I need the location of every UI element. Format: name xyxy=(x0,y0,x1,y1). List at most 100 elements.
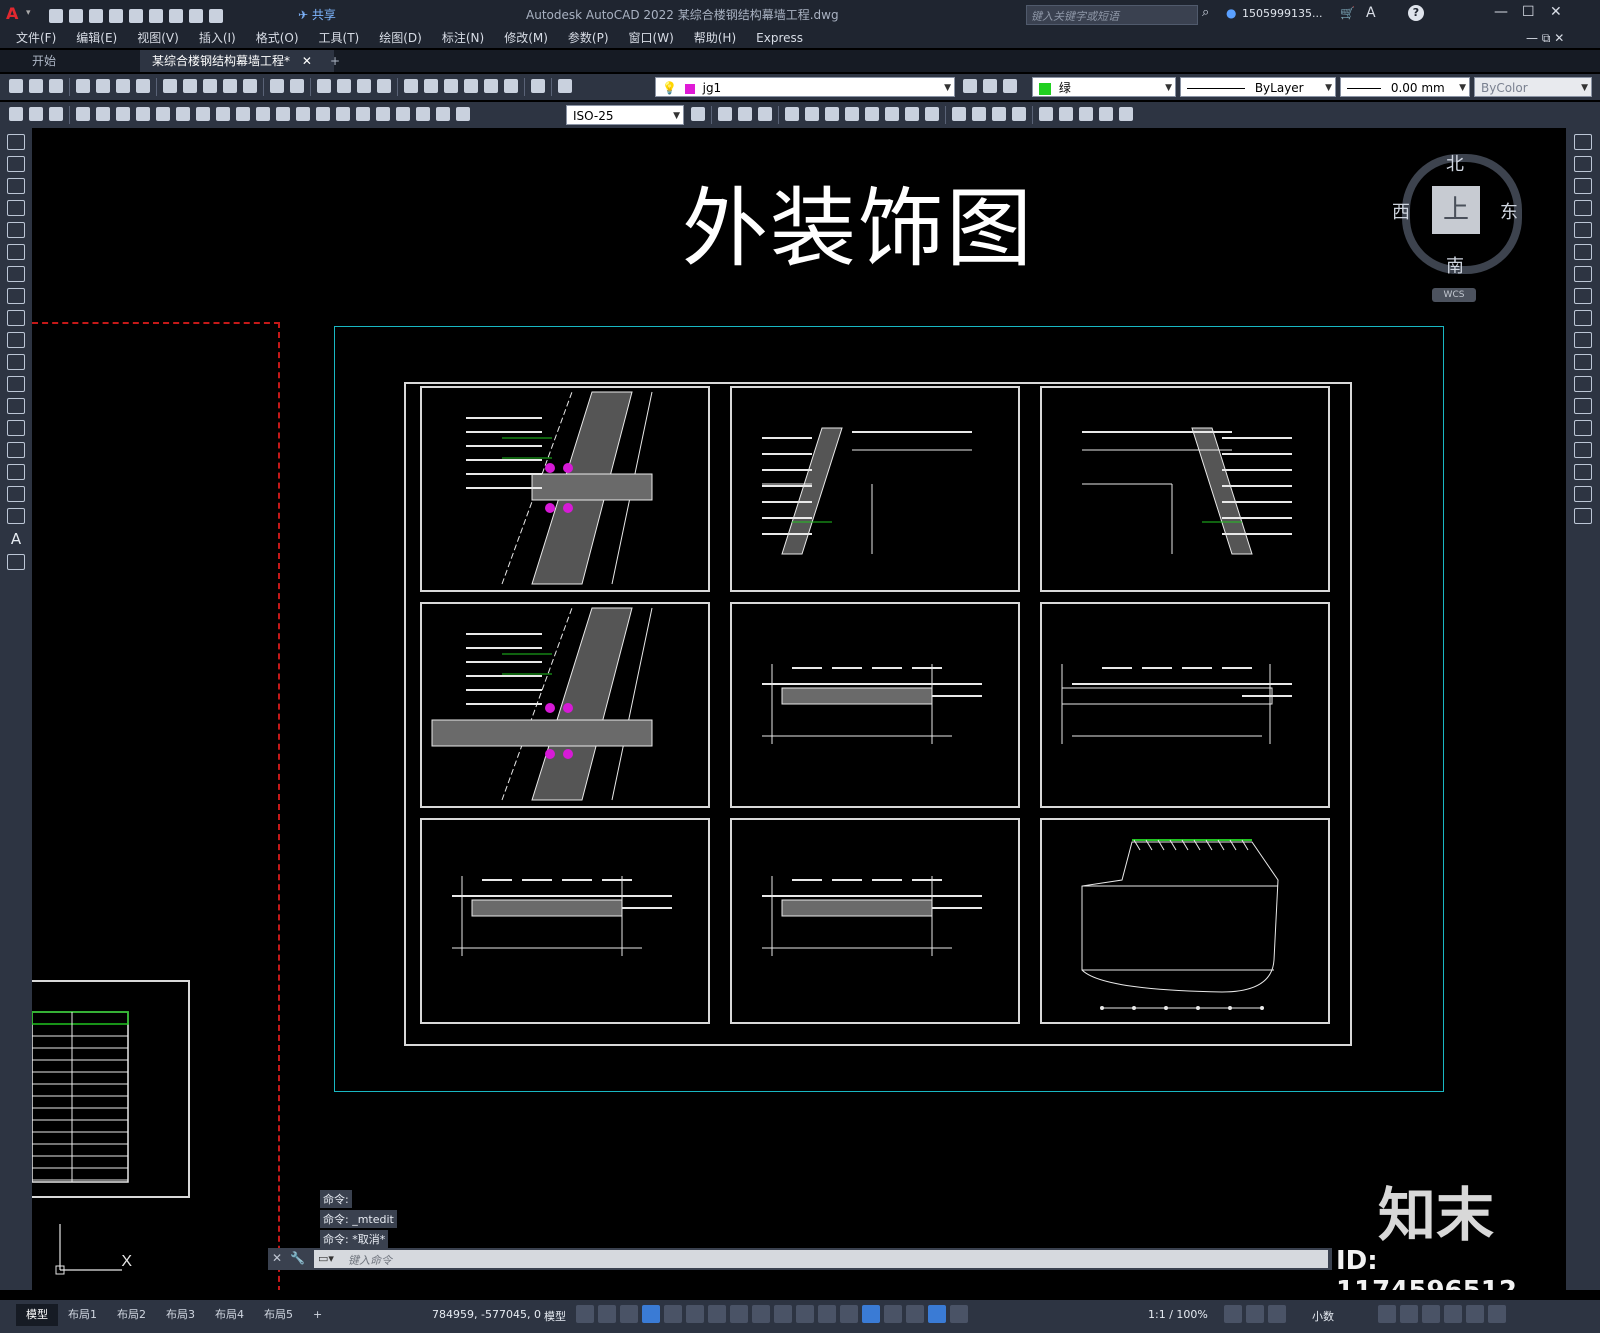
rectangle-icon[interactable] xyxy=(7,222,25,238)
update-icon[interactable] xyxy=(456,107,470,121)
3d-dwf-icon[interactable] xyxy=(136,79,150,93)
cut-icon[interactable] xyxy=(163,79,177,93)
zoom-previous-icon[interactable] xyxy=(377,79,391,93)
grid-icon[interactable] xyxy=(576,1305,594,1323)
search-icon[interactable]: ⌕ xyxy=(1202,5,1209,20)
new-tab-button[interactable]: + xyxy=(318,50,352,72)
quick-dim-icon[interactable] xyxy=(236,107,250,121)
ordinate-icon[interactable] xyxy=(136,107,150,121)
scale-icon[interactable] xyxy=(1574,288,1592,304)
qsave-icon[interactable] xyxy=(49,79,63,93)
markup-icon[interactable] xyxy=(484,79,498,93)
fillet-icon[interactable] xyxy=(1574,464,1592,480)
hatch-icon[interactable] xyxy=(7,442,25,458)
move-faces-icon[interactable] xyxy=(805,107,819,121)
redo-icon-2[interactable] xyxy=(290,79,304,93)
linetype-dropdown[interactable]: ByLayer ▼ xyxy=(1180,77,1336,97)
construction-line-icon[interactable] xyxy=(7,156,25,172)
arc-icon[interactable] xyxy=(7,244,25,260)
subtract-icon[interactable] xyxy=(758,107,772,121)
point-icon[interactable] xyxy=(7,420,25,436)
flatshot-icon[interactable] xyxy=(1119,107,1133,121)
selection-cycling-icon[interactable] xyxy=(818,1305,836,1323)
open-file-icon[interactable] xyxy=(69,9,83,23)
menu-item-5[interactable]: 工具(T) xyxy=(309,28,370,48)
close-command-icon[interactable]: ✕ xyxy=(272,1251,282,1265)
linear-dimension-icon[interactable] xyxy=(76,107,90,121)
delete-faces-icon[interactable] xyxy=(845,107,859,121)
help-search-box[interactable]: 键入关键字或短语 xyxy=(1026,5,1198,25)
preview-icon[interactable] xyxy=(96,79,110,93)
center-mark-icon[interactable] xyxy=(356,107,370,121)
compass-south[interactable]: 南 xyxy=(1446,252,1464,278)
menu-item-0[interactable]: 文件(F) xyxy=(6,28,66,48)
close-button[interactable]: ✕ xyxy=(1550,4,1562,20)
quickcalc-icon[interactable] xyxy=(504,79,518,93)
cart-icon[interactable]: 🛒 xyxy=(1340,6,1355,20)
osnap-icon[interactable] xyxy=(752,1305,770,1323)
autodesk-app-icon[interactable]: A xyxy=(1366,5,1376,21)
union-icon[interactable] xyxy=(738,107,752,121)
undo-icon[interactable] xyxy=(189,9,203,23)
quick-properties-icon[interactable] xyxy=(1378,1305,1396,1323)
qnew-icon[interactable] xyxy=(9,79,23,93)
break-icon[interactable] xyxy=(316,107,330,121)
gizmo-icon[interactable] xyxy=(906,1305,924,1323)
continue-icon[interactable] xyxy=(276,107,290,121)
app-menu-chevron-icon[interactable]: ▾ xyxy=(26,8,31,18)
publish-icon[interactable] xyxy=(116,79,130,93)
close-tab-icon[interactable]: ✕ xyxy=(302,54,312,68)
polyline-icon[interactable] xyxy=(7,178,25,194)
color-faces-icon[interactable] xyxy=(925,107,939,121)
properties-icon[interactable] xyxy=(404,79,418,93)
object-tracking-icon[interactable] xyxy=(730,1305,748,1323)
dynamic-input-icon[interactable] xyxy=(642,1305,660,1323)
annotation-scale[interactable]: 1:1 / 100% xyxy=(1148,1308,1208,1321)
open-web-icon[interactable] xyxy=(129,9,143,23)
drawing-canvas[interactable]: X 外装饰图 上 北 南 东 西 WCS 知末 ID: 1174596512 命… xyxy=(32,128,1566,1290)
dimstyle-dropdown[interactable]: ISO-25 ▼ xyxy=(566,105,684,125)
interfere-icon[interactable] xyxy=(1099,107,1113,121)
trim-icon[interactable] xyxy=(1574,332,1592,348)
zoom-realtime-icon[interactable] xyxy=(337,79,351,93)
selection-filter-icon[interactable] xyxy=(884,1305,902,1323)
save-as-icon[interactable] xyxy=(109,9,123,23)
polygon-icon[interactable] xyxy=(7,200,25,216)
layer-state-icon[interactable] xyxy=(1003,79,1017,93)
menu-item-8[interactable]: 修改(M) xyxy=(494,28,558,48)
help-icon[interactable]: ? xyxy=(1408,5,1424,21)
redo-icon[interactable] xyxy=(209,9,223,23)
ellipse-arc-icon[interactable] xyxy=(7,354,25,370)
clean-icon[interactable] xyxy=(972,107,986,121)
plotstyle-dropdown[interactable]: ByColor ▼ xyxy=(1474,77,1592,97)
undo-icon-2[interactable] xyxy=(270,79,284,93)
copy-faces-icon[interactable] xyxy=(905,107,919,121)
tolerance-icon[interactable] xyxy=(336,107,350,121)
rotate-faces-icon[interactable] xyxy=(865,107,879,121)
rotate-icon[interactable] xyxy=(1574,266,1592,282)
user-name[interactable]: 1505999135... xyxy=(1242,7,1322,20)
slice-icon[interactable] xyxy=(1059,107,1073,121)
save-icon[interactable] xyxy=(89,9,103,23)
layer-dropdown[interactable]: 💡 jg1 ▼ xyxy=(655,77,955,97)
break-at-point-icon[interactable] xyxy=(1574,376,1592,392)
layer-properties-icon[interactable] xyxy=(558,79,572,93)
jogged-icon[interactable] xyxy=(176,107,190,121)
table-icon[interactable] xyxy=(7,508,25,524)
offset-icon[interactable] xyxy=(1574,200,1592,216)
dynamic-ucs-icon[interactable] xyxy=(862,1305,880,1323)
plot-icon[interactable] xyxy=(169,9,183,23)
doc-window-controls[interactable]: — ⧉ ✕ xyxy=(1526,28,1564,48)
share-button[interactable]: ✈ 共享 xyxy=(298,6,336,23)
menu-item-9[interactable]: 参数(P) xyxy=(558,28,619,48)
box-icon[interactable] xyxy=(718,107,732,121)
layout-tab-6[interactable]: + xyxy=(303,1304,332,1326)
ellipse-icon[interactable] xyxy=(7,332,25,348)
menu-item-7[interactable]: 标注(N) xyxy=(432,28,494,48)
3d-osnap-icon[interactable] xyxy=(840,1305,858,1323)
jogged-linear-icon[interactable] xyxy=(396,107,410,121)
polar-icon[interactable] xyxy=(686,1305,704,1323)
revision-cloud-icon[interactable] xyxy=(7,288,25,304)
compass-west[interactable]: 西 xyxy=(1392,198,1410,224)
chamfer-icon[interactable] xyxy=(1574,442,1592,458)
